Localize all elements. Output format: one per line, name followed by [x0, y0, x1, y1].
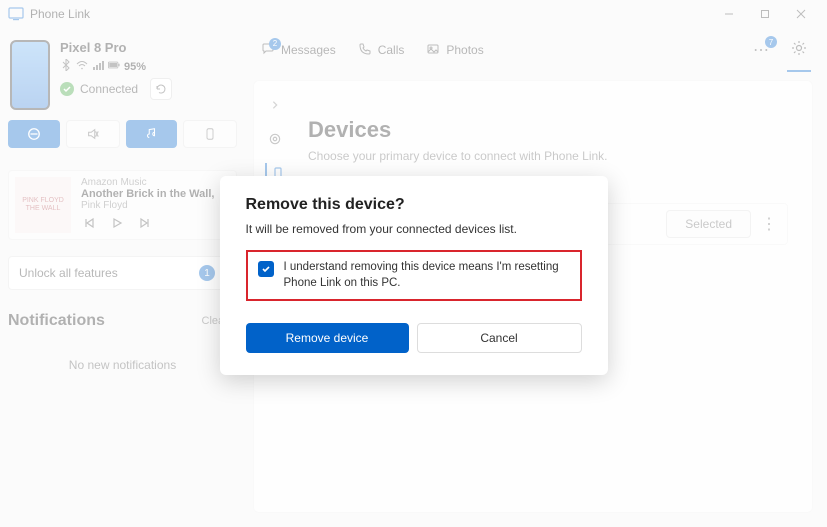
consent-label: I understand removing this device means … — [284, 260, 570, 291]
remove-device-dialog: Remove this device? It will be removed f… — [220, 176, 608, 375]
dialog-title: Remove this device? — [246, 196, 582, 214]
dialog-body: It will be removed from your connected d… — [246, 222, 582, 236]
cancel-button[interactable]: Cancel — [417, 323, 582, 353]
remove-device-button[interactable]: Remove device — [246, 323, 409, 353]
consent-row: I understand removing this device means … — [246, 250, 582, 301]
consent-checkbox[interactable] — [258, 261, 274, 277]
modal-overlay: Remove this device? It will be removed f… — [0, 0, 827, 527]
